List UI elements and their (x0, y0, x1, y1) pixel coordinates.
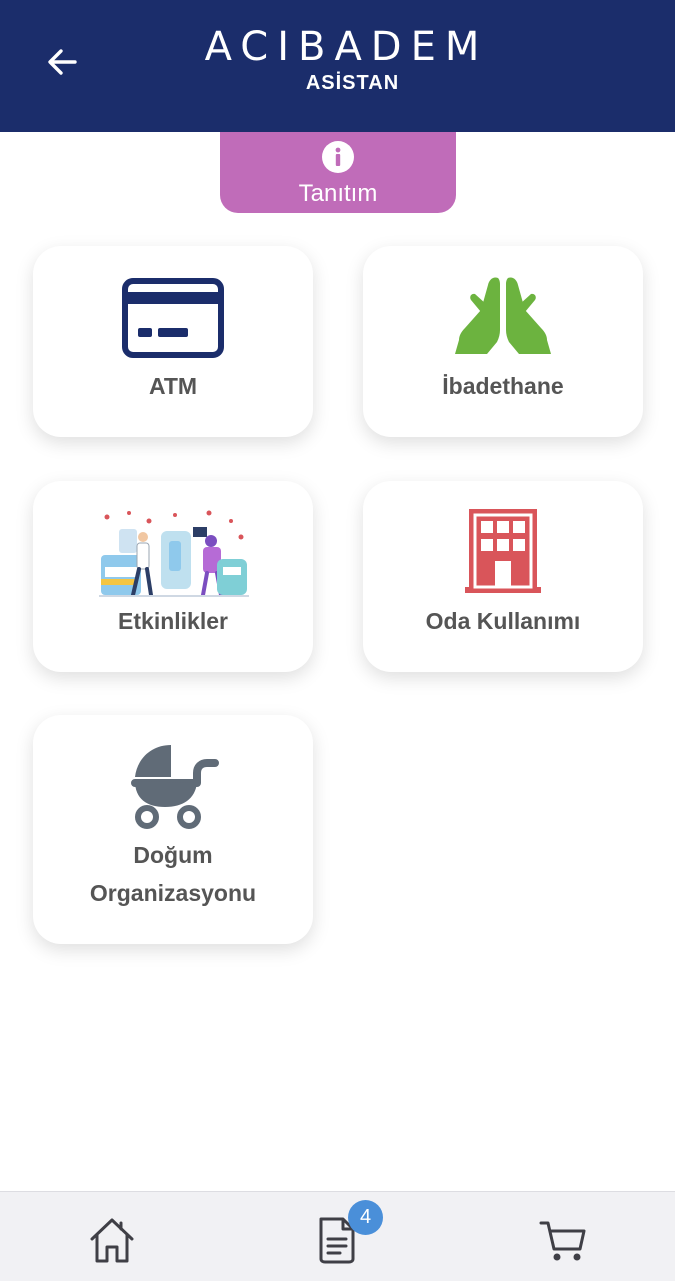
praying-hands-icon (455, 277, 551, 354)
info-icon (322, 141, 354, 173)
card-ibadethane[interactable]: İbadethane (363, 246, 643, 437)
bottom-navigation (0, 1191, 675, 1281)
card-label: İbadethane (442, 373, 564, 399)
document-count-badge: 4 (348, 1200, 383, 1235)
card-dogum-organizasyonu[interactable]: Doğum Organizasyonu (33, 715, 313, 944)
brand-name: ACIBADEM (204, 24, 489, 70)
nav-home[interactable] (84, 1212, 140, 1268)
event-illustration-icon (99, 510, 249, 597)
nav-cart[interactable] (535, 1212, 591, 1268)
brand-subtitle: ASİSTAN (305, 72, 400, 94)
card-atm[interactable]: ATM (33, 246, 313, 437)
brand-logo: ACIBADEM ASİSTAN (0, 24, 675, 94)
card-label: Etkinlikler (118, 608, 228, 634)
baby-stroller-icon (131, 745, 219, 829)
card-label-line1: Doğum (133, 842, 213, 868)
app-header: ACIBADEM ASİSTAN (0, 0, 675, 132)
building-icon (465, 509, 541, 593)
card-oda-kullanimi[interactable]: Oda Kullanımı (363, 481, 643, 672)
intro-label: Tanıtım (298, 180, 378, 207)
intro-tab[interactable]: Tanıtım (220, 132, 456, 213)
home-icon (90, 1218, 134, 1263)
card-label-line2: Organizasyonu (89, 880, 257, 906)
credit-card-icon (122, 278, 224, 358)
card-etkinlikler[interactable]: Etkinlikler (33, 481, 313, 672)
cart-icon (539, 1221, 586, 1261)
card-label: Oda Kullanımı (425, 608, 581, 634)
card-label: ATM (148, 373, 198, 399)
